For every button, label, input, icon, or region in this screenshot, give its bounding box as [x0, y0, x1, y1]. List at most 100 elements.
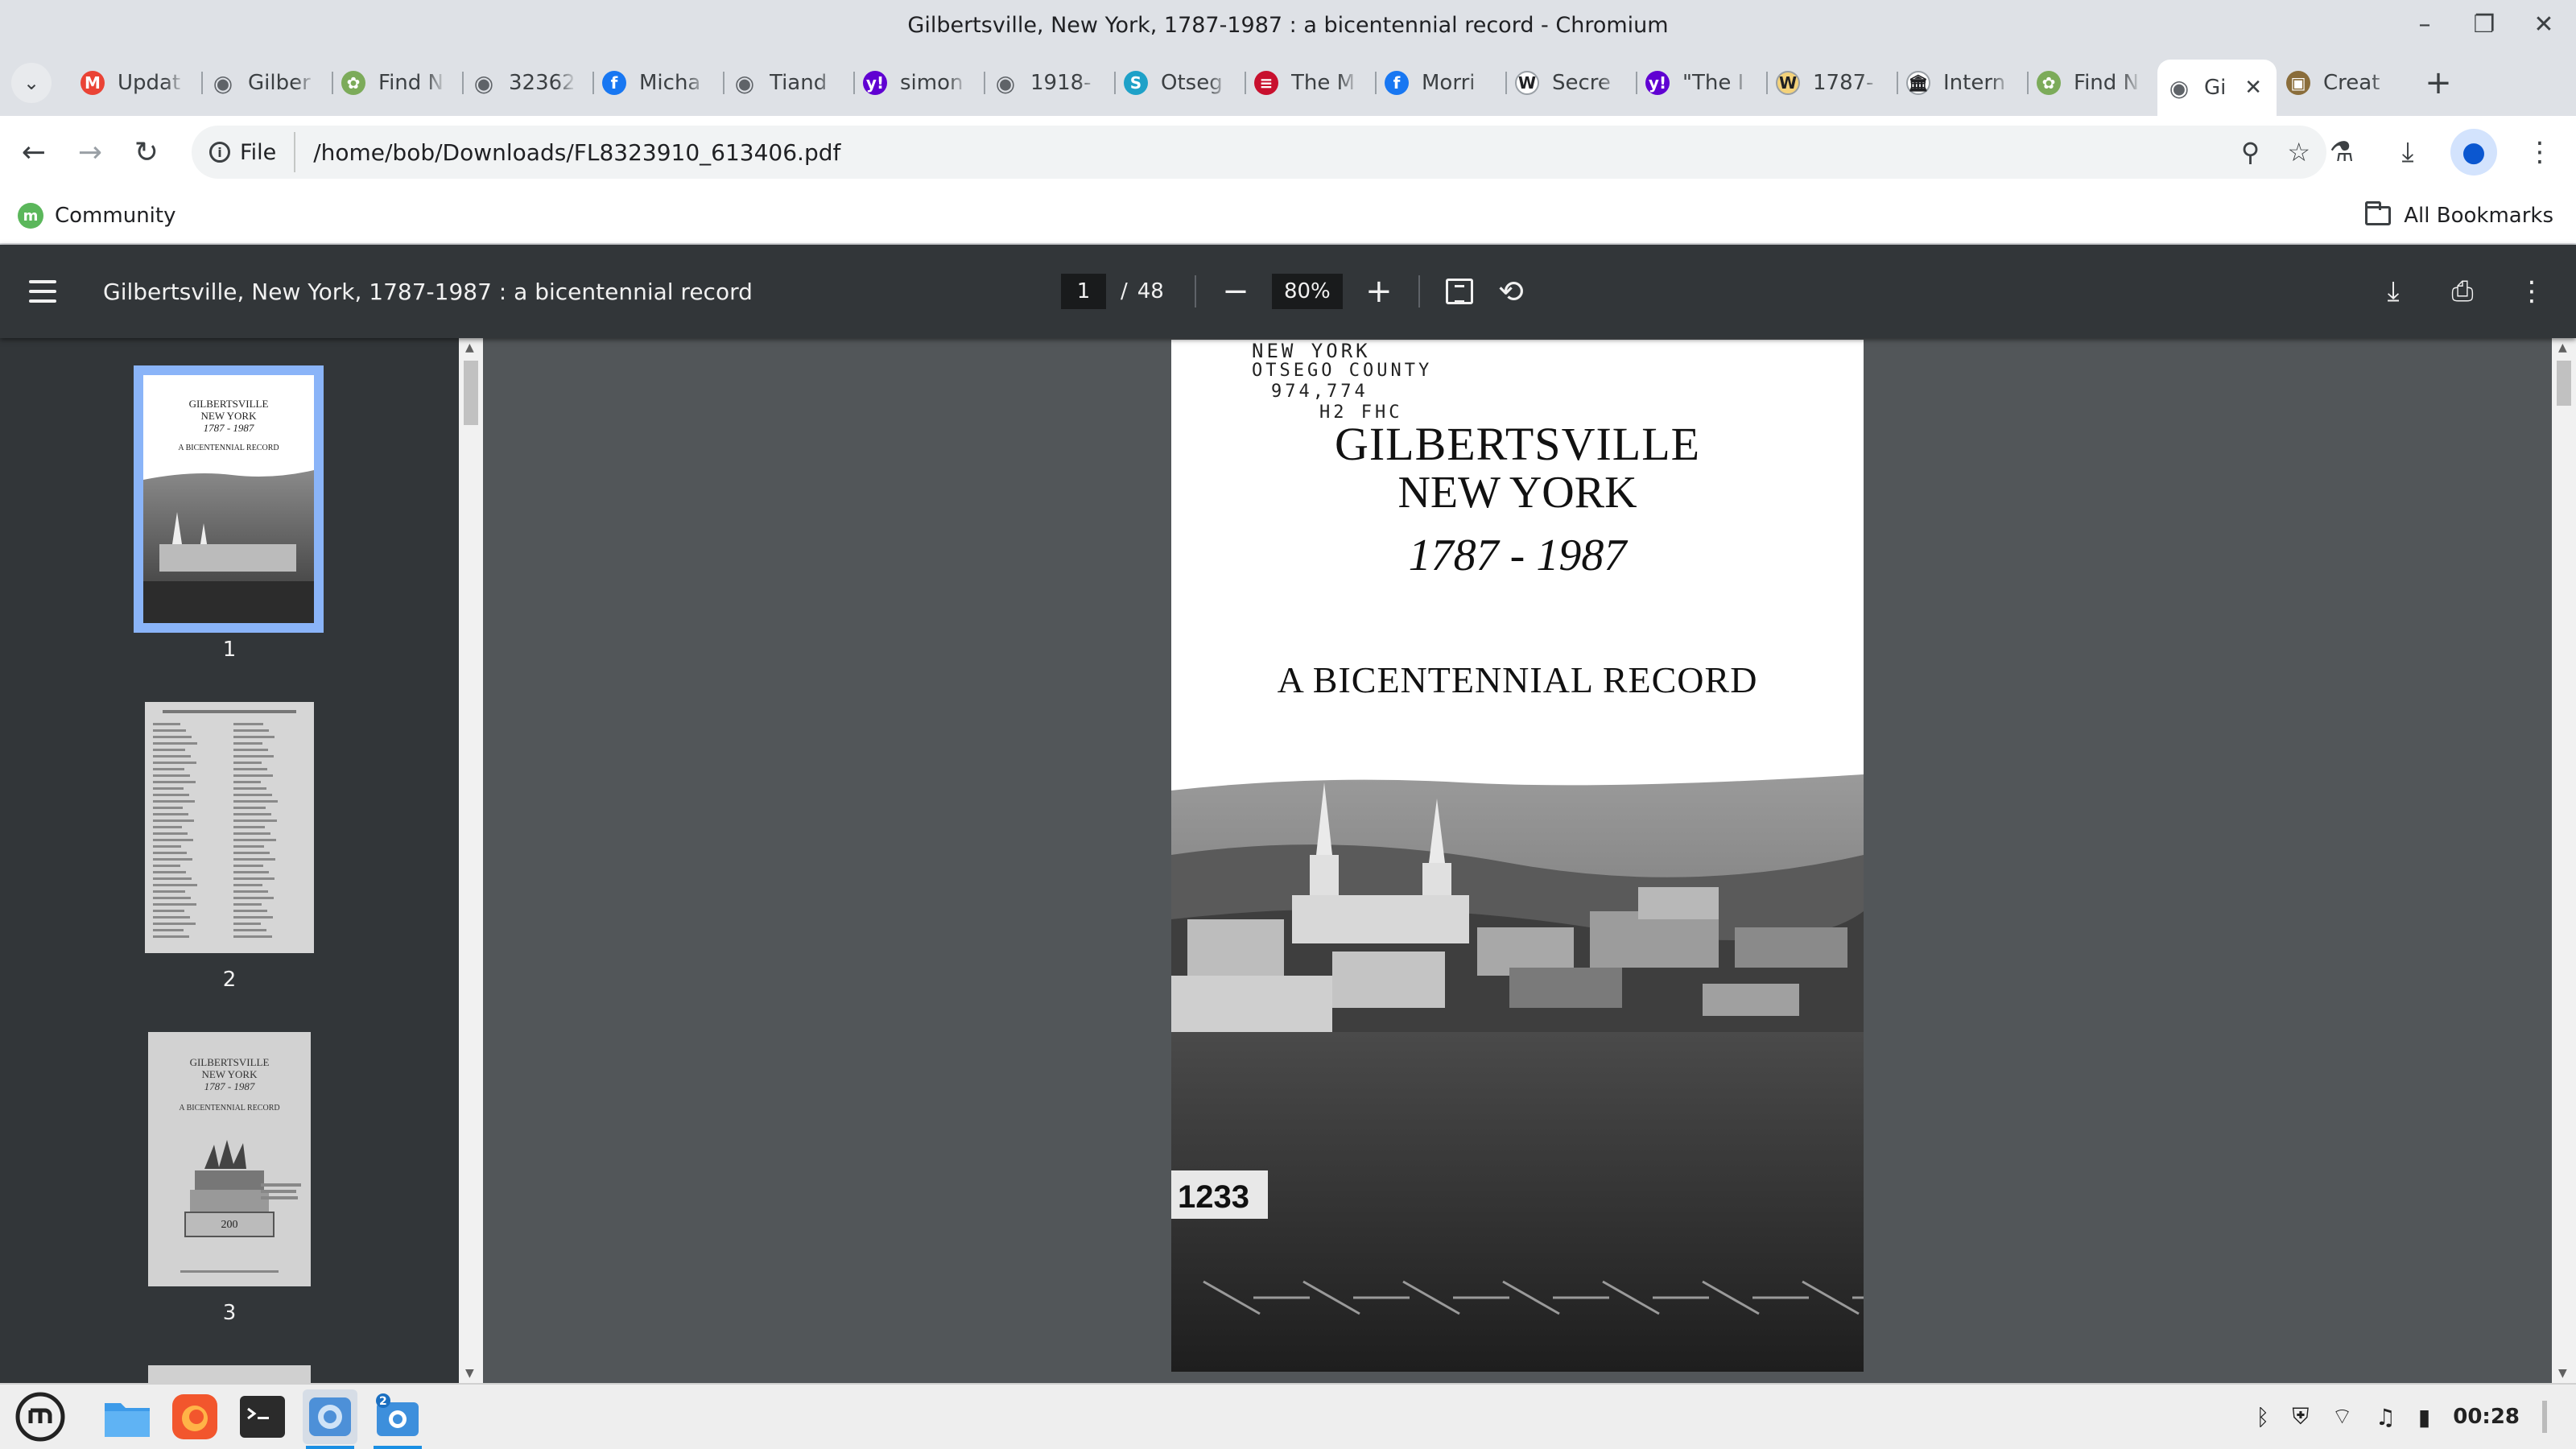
profile-avatar-icon[interactable]: ●: [2450, 129, 2497, 175]
url-text[interactable]: /home/bob/Downloads/FL8323910_613406.pdf: [313, 139, 840, 166]
thumbnail-page-1[interactable]: GILBERTSVILLE NEW YORK 1787 - 1987 A BIC…: [134, 365, 324, 633]
terminal-app-button[interactable]: [235, 1389, 290, 1444]
wifi-icon[interactable]: ⌔: [2331, 1403, 2352, 1431]
tab-0[interactable]: M Updat: [71, 57, 201, 109]
sidebar-scrollbar[interactable]: ▲ ▼: [459, 338, 483, 1383]
address-bar[interactable]: i File /home/bob/Downloads/FL8323910_613…: [192, 126, 2326, 179]
tab-4[interactable]: f Micha: [592, 57, 723, 109]
folder-icon: [2365, 201, 2392, 225]
thumb-text: NEW YORK: [200, 410, 257, 422]
viewer-scroll-thumb[interactable]: [2557, 361, 2571, 406]
tab-1[interactable]: ◉ Gilber: [201, 57, 332, 109]
battery-icon[interactable]: ▮: [2418, 1404, 2430, 1430]
screenshot-app-button[interactable]: 2: [370, 1389, 425, 1449]
thumbnail-page-3[interactable]: GILBERTSVILLE NEW YORK 1787 - 1987 A BIC…: [148, 1032, 311, 1286]
thumb-text-line: [233, 755, 274, 758]
clock[interactable]: 00:28: [2453, 1405, 2520, 1429]
maximize-icon[interactable]: ❐: [2468, 8, 2500, 40]
arrow-right-icon: →: [77, 135, 103, 169]
close-tab-icon[interactable]: ✕: [2244, 76, 2262, 100]
scroll-up-icon[interactable]: ▲: [2558, 341, 2567, 354]
files-app-button[interactable]: [100, 1389, 155, 1444]
show-desktop-button[interactable]: [2542, 1401, 2547, 1433]
tab-label: Tiand: [770, 71, 828, 95]
tab-11[interactable]: W Secre: [1505, 57, 1636, 109]
shield-update-icon[interactable]: ⛨: [2292, 1403, 2309, 1430]
tab-label: "The I: [1682, 71, 1744, 95]
page-total: 48: [1137, 279, 1164, 303]
page-number-input[interactable]: 1: [1061, 274, 1106, 309]
thumb-text-line: [233, 736, 275, 738]
scroll-down-icon[interactable]: ▼: [2558, 1367, 2567, 1380]
scroll-up-icon[interactable]: ▲: [465, 341, 474, 354]
thumb-text-line: [153, 749, 185, 751]
thumbnail-page-2[interactable]: [145, 702, 314, 953]
tab-2[interactable]: ✿ Find N: [332, 57, 462, 109]
labs-flask-icon[interactable]: ⚗: [2318, 129, 2365, 175]
pdf-more-icon[interactable]: ⋮: [2512, 271, 2552, 312]
thumb-text-line: [233, 749, 268, 751]
zoom-out-button[interactable]: −: [1216, 271, 1256, 312]
tab-8[interactable]: S Otseg: [1114, 57, 1245, 109]
back-button[interactable]: ←: [11, 130, 56, 175]
sidebar-scroll-thumb[interactable]: [464, 361, 478, 425]
download-icon[interactable]: ⤓: [2384, 129, 2431, 175]
toolbar-actions: ⚗ ⤓ ● ⋮: [2318, 129, 2563, 175]
tab-7[interactable]: ◉ 1918-: [984, 57, 1114, 109]
reload-button[interactable]: ↻: [124, 130, 169, 175]
kebab-menu-icon[interactable]: ⋮: [2516, 129, 2563, 175]
thumb-text-line: [153, 755, 191, 758]
site-info-chip[interactable]: i File: [209, 132, 296, 172]
all-bookmarks-button[interactable]: All Bookmarks: [2365, 201, 2553, 228]
new-tab-button[interactable]: +: [2418, 63, 2458, 103]
thumb-text-line: [233, 890, 268, 893]
thumb-text-line: [153, 877, 192, 880]
tab-10[interactable]: f Morri: [1375, 57, 1505, 109]
fit-page-button[interactable]: [1439, 271, 1480, 312]
thumb-text-line: [233, 865, 263, 867]
tab-3[interactable]: ◉ 32362: [462, 57, 592, 109]
thumbnail-page-4[interactable]: [148, 1365, 311, 1383]
scroll-down-icon[interactable]: ▼: [465, 1367, 474, 1380]
bluetooth-icon[interactable]: ᛒ: [2256, 1404, 2270, 1430]
pdf-viewport[interactable]: NEW YORK OTSEGO COUNTY 974,774 H2 FHC GI…: [483, 338, 2552, 1383]
archive-icon: 🏛: [1906, 71, 1930, 95]
viewer-scrollbar[interactable]: ▲ ▼: [2552, 338, 2576, 1383]
tab-17[interactable]: ▣ Creat: [2277, 57, 2407, 109]
tab-5[interactable]: ◉ Tiand: [723, 57, 853, 109]
tab-12[interactable]: y! "The I: [1636, 57, 1766, 109]
tab-9[interactable]: ≡ The M: [1245, 57, 1375, 109]
forward-button[interactable]: →: [68, 130, 113, 175]
thumb-text: 1787 - 1987: [204, 1080, 255, 1092]
divider: [1194, 275, 1196, 308]
zoom-level-input[interactable]: 80%: [1271, 274, 1343, 309]
start-menu-button[interactable]: [13, 1389, 68, 1444]
globe-icon: ◉: [995, 69, 1016, 97]
print-icon[interactable]: ⎙: [2442, 271, 2483, 312]
close-window-icon[interactable]: ✕: [2528, 8, 2560, 40]
chromium-app-button[interactable]: [303, 1389, 357, 1449]
minimize-icon[interactable]: –: [2409, 8, 2441, 40]
sidebar-toggle-button[interactable]: [29, 269, 74, 314]
tab-13[interactable]: W 1787-: [1766, 57, 1897, 109]
tab-16[interactable]: ◉ Gi ✕: [2157, 60, 2277, 116]
thumb-text-line: [233, 768, 267, 770]
pdf-download-icon[interactable]: ⤓: [2373, 271, 2413, 312]
zoom-in-button[interactable]: +: [1359, 271, 1399, 312]
thumb-text-line: [233, 884, 262, 886]
rotate-button[interactable]: ⟲: [1491, 271, 1531, 312]
browser-toolbar: ← → ↻ i File /home/bob/Downloads/FL83239…: [0, 116, 2576, 188]
tab-search-button[interactable]: ⌄: [11, 63, 52, 103]
tab-6[interactable]: y! simon: [853, 57, 984, 109]
firefox-app-button[interactable]: [167, 1389, 222, 1444]
thumb-text-line: [153, 787, 184, 790]
bookmark-community[interactable]: m Community: [18, 203, 175, 229]
zoom-magnifier-icon[interactable]: ⚲: [2241, 137, 2260, 167]
tab-15[interactable]: ✿ Find N: [2027, 57, 2157, 109]
thumb-text-line: [153, 910, 184, 912]
terminal-icon: [240, 1396, 285, 1438]
bookmark-star-icon[interactable]: ☆: [2287, 137, 2310, 167]
tab-14[interactable]: 🏛 Intern: [1897, 57, 2027, 109]
sound-icon[interactable]: ♫: [2376, 1404, 2396, 1430]
thumb-text-line: [233, 832, 270, 835]
